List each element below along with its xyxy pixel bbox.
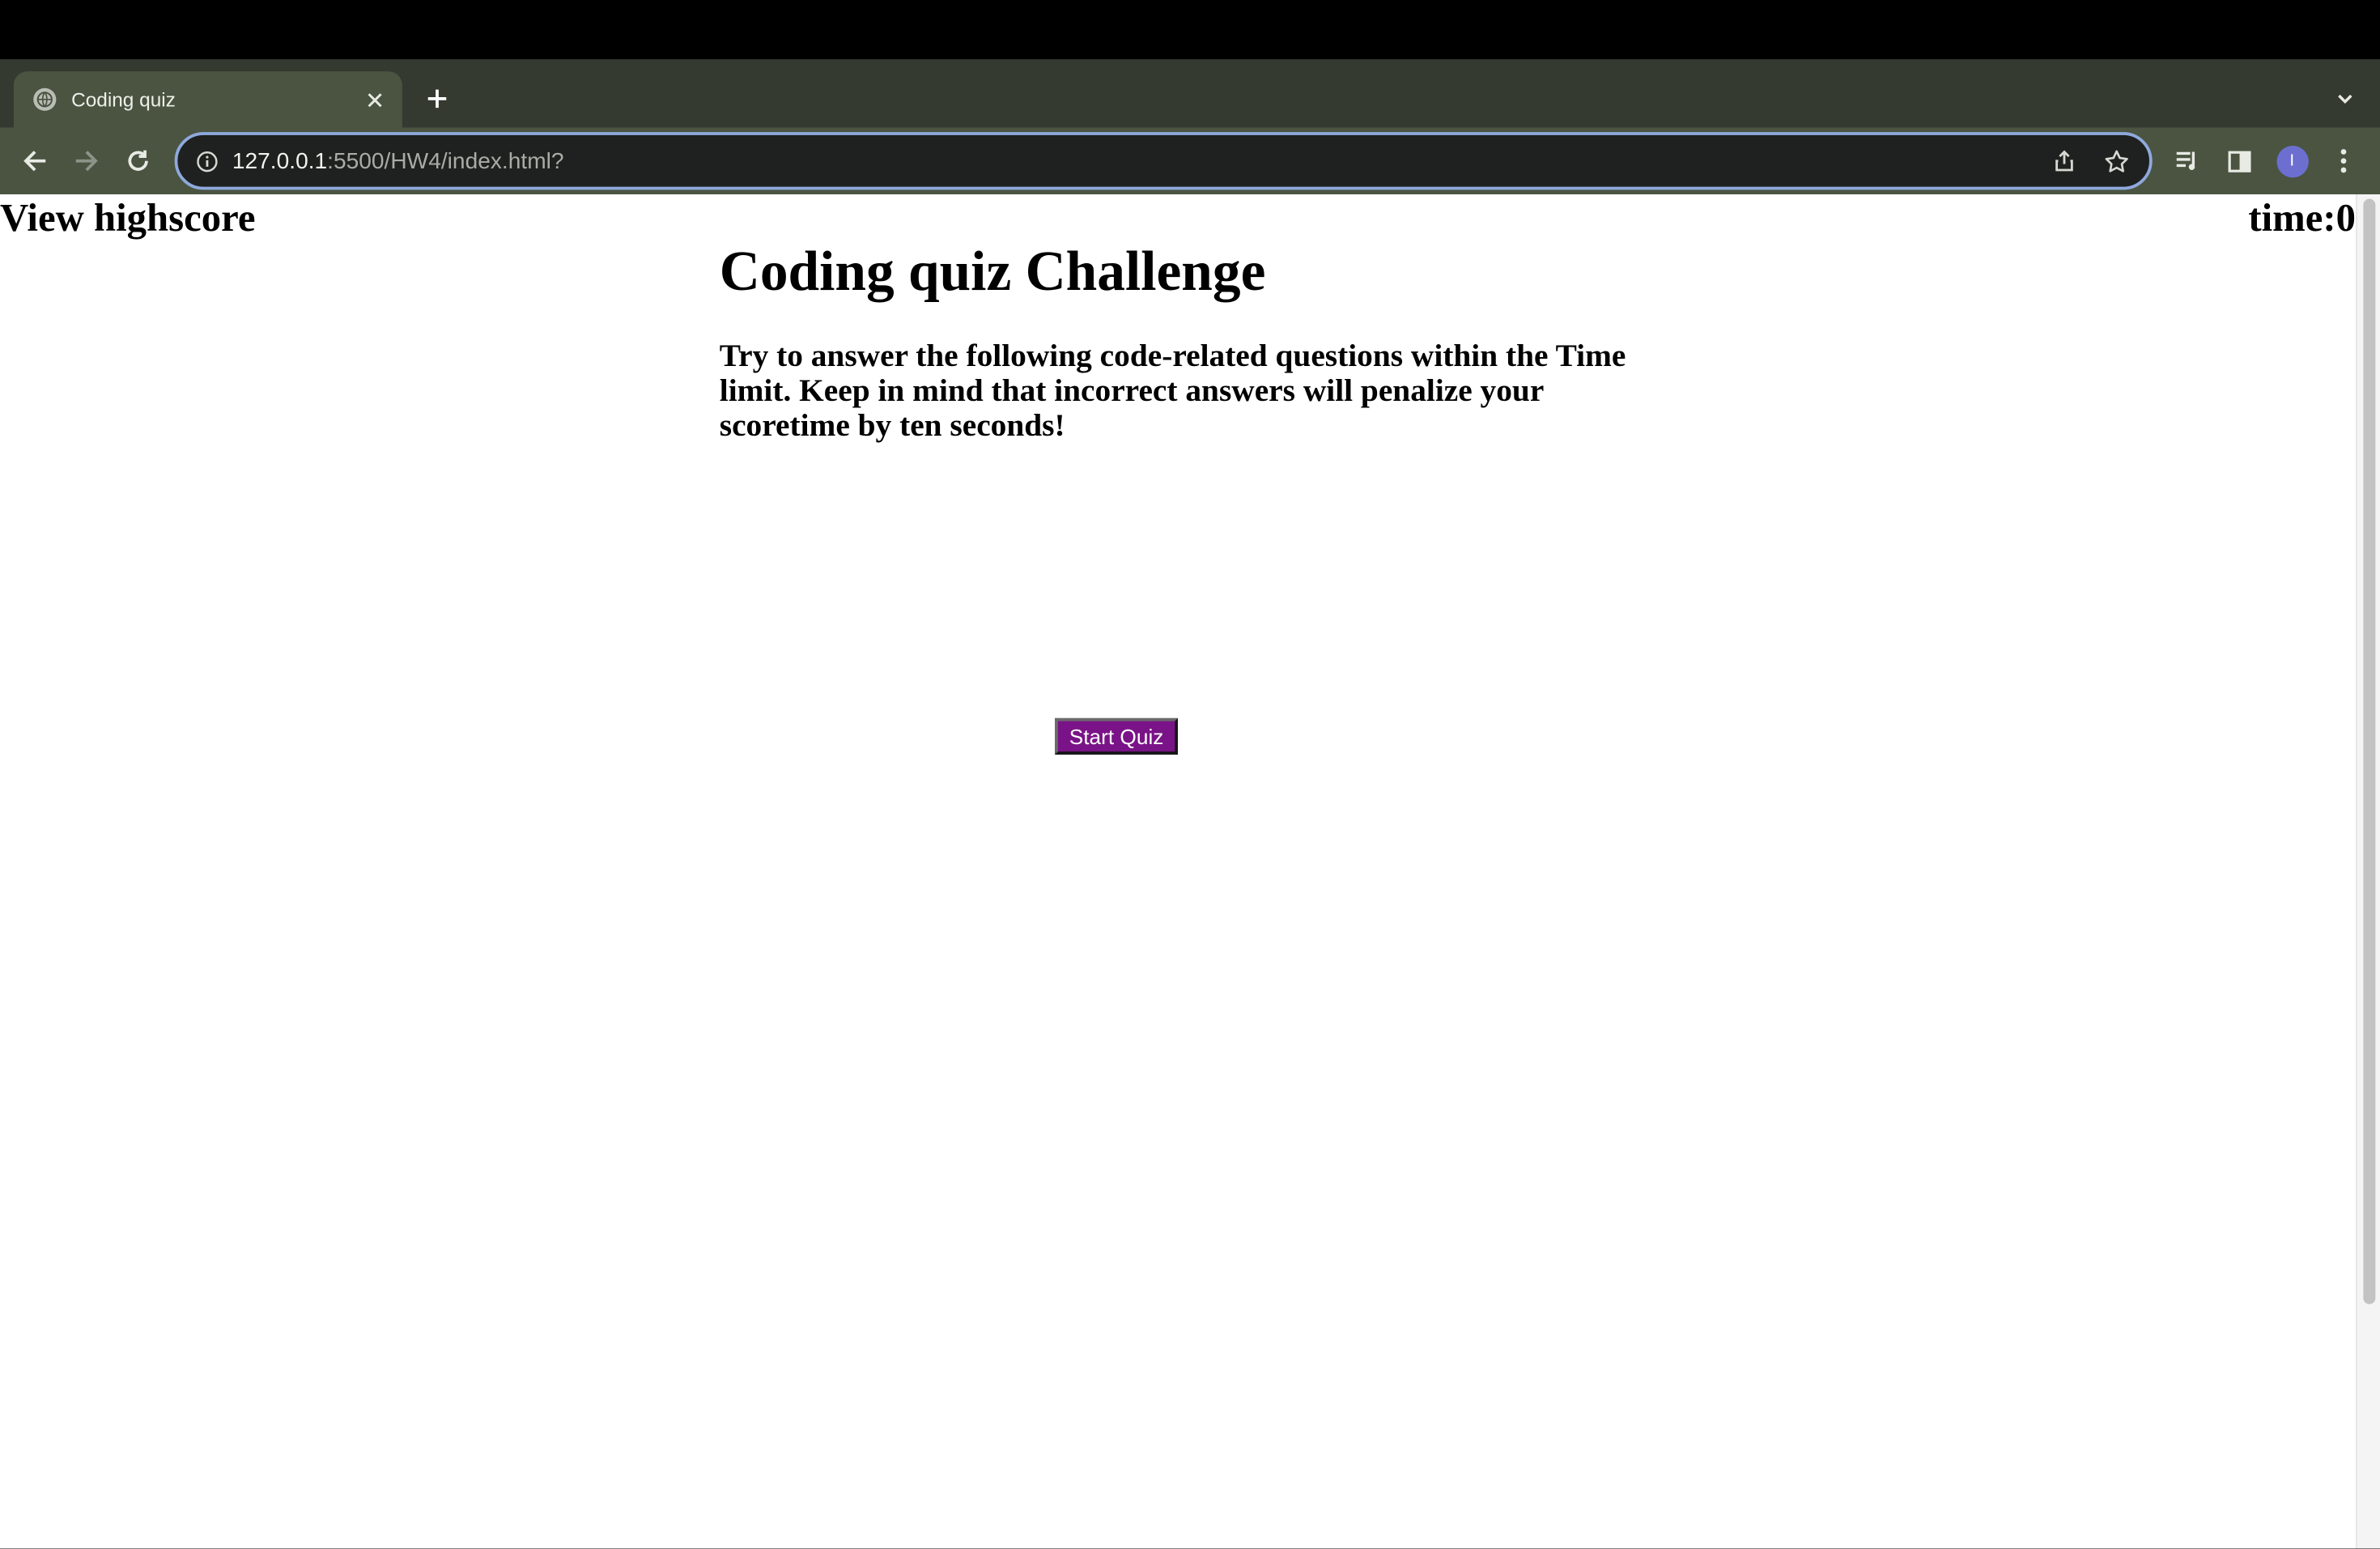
address-host: 127.0.0.1	[232, 147, 328, 174]
close-icon[interactable]	[357, 81, 393, 117]
profile-avatar[interactable]: I	[2271, 140, 2314, 183]
vertical-scrollbar[interactable]	[2356, 194, 2380, 1549]
reading-list-icon[interactable]	[2166, 140, 2209, 183]
globe-icon	[33, 87, 57, 111]
view-highscore-link[interactable]: View highscore	[0, 194, 255, 243]
star-icon[interactable]	[2097, 143, 2134, 179]
scrollbar-thumb[interactable]	[2363, 198, 2376, 1304]
screen: Coding quiz 127.0.0.1:5500/HW4/index.htm…	[0, 0, 2380, 1549]
timer-display: time:0	[2248, 195, 2356, 240]
info-icon[interactable]	[193, 147, 220, 175]
chevron-down-icon[interactable]	[2326, 79, 2365, 119]
browser-toolbar: 127.0.0.1:5500/HW4/index.html? I	[0, 127, 2380, 194]
address-url: 127.0.0.1:5500/HW4/index.html?	[232, 148, 2046, 174]
side-panel-icon[interactable]	[2217, 140, 2260, 183]
avatar: I	[2276, 145, 2308, 177]
tab-title: Coding quiz	[71, 87, 176, 111]
start-quiz-button[interactable]: Start Quiz	[1055, 717, 1178, 755]
quiz-instructions: Try to answer the following code-related…	[719, 337, 1626, 444]
tab-strip: Coding quiz	[0, 59, 2380, 128]
reload-icon[interactable]	[117, 140, 159, 183]
share-icon[interactable]	[2046, 143, 2083, 179]
forward-arrow-icon[interactable]	[66, 140, 108, 183]
tab-coding-quiz[interactable]: Coding quiz	[13, 71, 402, 128]
page-viewport: View highscore time:0 Coding quiz Challe…	[0, 194, 2380, 1549]
plus-icon[interactable]	[418, 79, 457, 119]
page-title: Coding quiz Challenge	[719, 241, 1266, 304]
address-bar[interactable]: 127.0.0.1:5500/HW4/index.html?	[174, 132, 2153, 190]
kebab-menu-icon[interactable]	[2323, 140, 2365, 183]
system-top-bar	[0, 0, 2380, 60]
back-arrow-icon[interactable]	[14, 140, 57, 183]
address-path: :5500/HW4/index.html?	[327, 147, 564, 174]
